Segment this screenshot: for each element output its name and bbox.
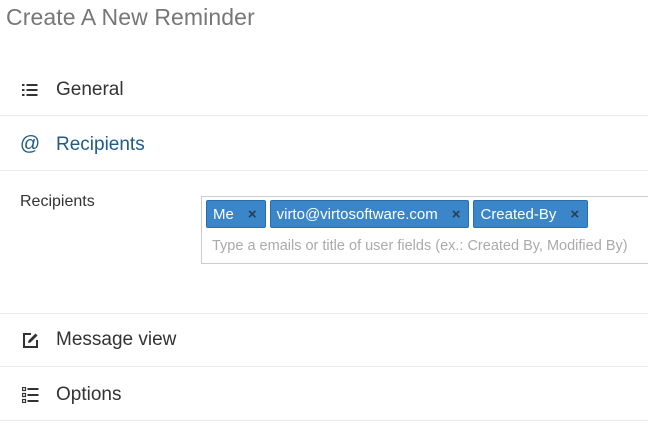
section-options[interactable]: Options: [0, 369, 648, 421]
recipients-placeholder: Type a emails or title of user fields (e…: [212, 238, 628, 254]
section-general-label: General: [56, 78, 124, 100]
recipient-tag: Me ×: [206, 200, 266, 228]
at-icon: @: [19, 133, 41, 155]
page-title: Create A New Reminder: [6, 4, 255, 30]
recipient-tag: virto@virtosoftware.com ×: [269, 200, 470, 228]
recipient-tags: Me × virto@virtosoftware.com × Created-B…: [206, 200, 589, 228]
section-recipients[interactable]: @ Recipients: [0, 119, 648, 171]
remove-tag-icon[interactable]: ×: [570, 207, 579, 222]
recipients-input[interactable]: Me × virto@virtosoftware.com × Created-B…: [201, 196, 648, 264]
section-recipients-label: Recipients: [56, 133, 145, 155]
section-general[interactable]: General: [0, 64, 648, 116]
remove-tag-icon[interactable]: ×: [248, 207, 257, 222]
checklist-icon: [20, 385, 40, 405]
recipient-tag: Created-By ×: [473, 200, 589, 228]
section-message-view-label: Message view: [56, 329, 177, 350]
recipient-tag-text: virto@virtosoftware.com: [276, 205, 438, 223]
recipient-tag-text: Created-By: [480, 205, 557, 223]
list-icon: [20, 80, 40, 100]
section-options-label: Options: [56, 383, 122, 405]
remove-tag-icon[interactable]: ×: [452, 207, 461, 222]
section-message-view[interactable]: Message view: [0, 313, 648, 367]
recipients-field-label: Recipients: [20, 193, 95, 210]
edit-icon: [20, 330, 40, 350]
recipient-tag-text: Me: [213, 205, 234, 223]
